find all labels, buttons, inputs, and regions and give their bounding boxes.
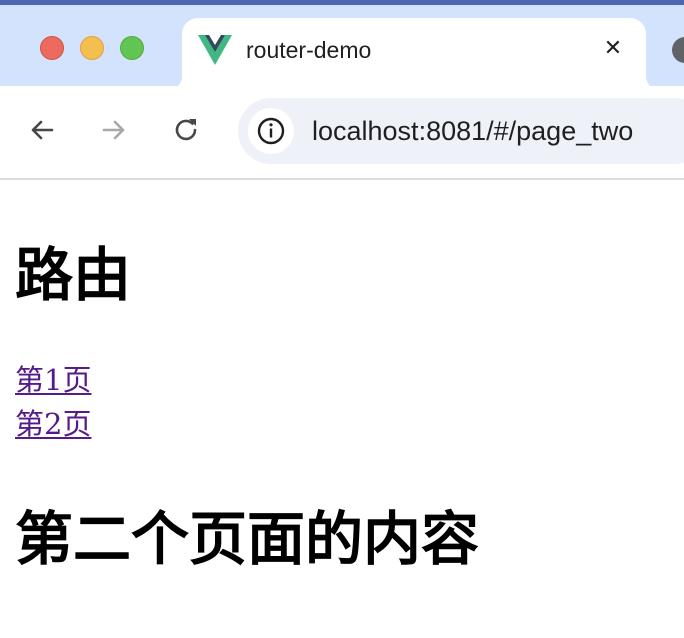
tab-title: router-demo: [246, 37, 372, 63]
browser-window: router-demo ✕ localhost:8081/#/page_two …: [0, 0, 684, 638]
tab-close-icon[interactable]: ✕: [600, 36, 626, 62]
page-title: 路由: [15, 241, 132, 309]
tab-strip: router-demo ✕: [0, 0, 684, 91]
router-link-page-one[interactable]: 第1页: [15, 362, 91, 398]
router-link-page-two[interactable]: 第2页: [15, 406, 91, 442]
page-content: 路由 第1页 第2页 第二个页面的内容: [0, 180, 684, 638]
address-bar[interactable]: localhost:8081/#/page_two: [238, 98, 684, 164]
forward-arrow-icon[interactable]: [98, 114, 130, 146]
site-info-icon[interactable]: [248, 108, 294, 154]
window-maximize-button[interactable]: [120, 36, 144, 60]
window-minimize-button[interactable]: [80, 36, 104, 60]
tab-router-demo[interactable]: router-demo ✕: [166, 18, 662, 91]
browser-toolbar: localhost:8081/#/page_two: [0, 86, 684, 180]
router-view-heading: 第二个页面的内容: [15, 505, 480, 573]
url-text[interactable]: localhost:8081/#/page_two: [312, 115, 633, 147]
vue-logo-icon: [198, 35, 232, 65]
back-arrow-icon[interactable]: [26, 114, 58, 146]
next-tab-favicon-icon[interactable]: [672, 37, 684, 63]
window-close-button[interactable]: [40, 36, 64, 60]
reload-icon[interactable]: [170, 114, 202, 146]
